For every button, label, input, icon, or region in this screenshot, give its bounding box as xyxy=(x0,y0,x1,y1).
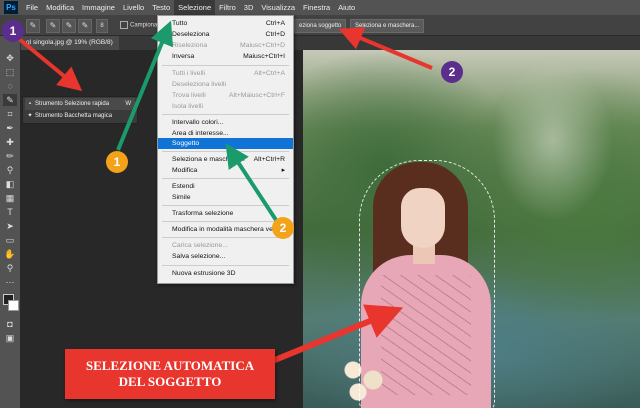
step-badge-purple-1: 1 xyxy=(2,20,24,42)
menu-item-tutto[interactable]: Tutto Ctrl+A xyxy=(158,18,293,29)
marquee-tool-icon[interactable]: ⬚ xyxy=(3,66,17,78)
clone-stamp-icon[interactable]: ⚲ xyxy=(3,164,17,176)
background-color-swatch[interactable] xyxy=(8,300,19,311)
quick-selection-icon: ▪ xyxy=(28,101,32,107)
menu-item-trova-livelli: Trova livelli Alt+Maiusc+Ctrl+F xyxy=(172,92,285,99)
menu-filtro[interactable]: Filtro xyxy=(215,0,240,15)
zoom-tool-icon[interactable]: ⚲ xyxy=(3,262,17,274)
menu-livello[interactable]: Livello xyxy=(119,0,148,15)
flyout-label: Strumento Selezione rapida xyxy=(35,101,110,107)
photoshop-logo: Ps xyxy=(4,1,18,14)
menu-visualizza[interactable]: Visualizza xyxy=(257,0,299,15)
subtract-selection-icon[interactable]: ✎ xyxy=(78,19,92,33)
menu-item-simile[interactable]: Simile xyxy=(158,192,293,203)
step-badge-purple-2: 2 xyxy=(441,61,463,83)
menu-separator xyxy=(162,221,289,222)
flyout-key: W xyxy=(125,101,131,107)
eraser-tool-icon[interactable]: ◧ xyxy=(3,178,17,190)
menu-item-estendi[interactable]: Estendi xyxy=(158,181,293,192)
menu-file[interactable]: File xyxy=(22,0,42,15)
menu-immagine[interactable]: Immagine xyxy=(78,0,119,15)
menu-item-isola-livelli: Isola livelli xyxy=(172,103,203,110)
menu-bar: Ps File Modifica Immagine Livello Testo … xyxy=(0,0,640,15)
checkbox-box xyxy=(120,21,128,29)
menu-separator xyxy=(162,65,289,66)
menu-item-trasforma-selezione[interactable]: Trasforma selezione xyxy=(158,208,293,219)
shape-tool-icon[interactable]: ▭ xyxy=(3,234,17,246)
step-badge-orange-1: 1 xyxy=(106,151,128,173)
tools-panel: ✥ ⬚ ◌ ✎ ⌗ ✒ ✚ ✏ ⚲ ◧ ▦ T ➤ ▭ ✋ ⚲ ⋯ ◘ ▣ xyxy=(0,36,21,408)
new-selection-icon[interactable]: ✎ xyxy=(46,19,60,33)
document-photo[interactable] xyxy=(303,50,640,408)
menu-aiuto[interactable]: Aiuto xyxy=(334,0,359,15)
quick-selection-tool-icon[interactable]: ✎ xyxy=(3,94,17,106)
sample-all-layers-checkbox[interactable]: Campiona t xyxy=(120,21,161,29)
more-tools-icon[interactable]: ⋯ xyxy=(3,276,17,288)
select-subject-button[interactable]: eziona soggetto xyxy=(294,19,347,33)
menu-item-carica-selezione: Carica selezione... xyxy=(172,242,228,249)
menu-item-deseleziona-livelli: Deseleziona livelli xyxy=(172,81,227,88)
eyedropper-tool-icon[interactable]: ✒ xyxy=(3,122,17,134)
menu-item-soggetto[interactable]: Soggetto xyxy=(158,138,293,149)
move-tool-icon[interactable]: ✥ xyxy=(3,52,17,64)
menu-item-riseleziona: Riseleziona Maiusc+Ctrl+D xyxy=(172,42,285,49)
brush-tool-icon[interactable]: ✏ xyxy=(3,150,17,162)
menu-item-nuova-estrusione[interactable]: Nuova estrusione 3D xyxy=(158,268,293,279)
healing-brush-icon[interactable]: ✚ xyxy=(3,136,17,148)
menu-separator xyxy=(162,237,289,238)
menu-modifica[interactable]: Modifica xyxy=(42,0,78,15)
tool-flyout: ▪ Strumento Selezione rapida W ✦ Strumento … xyxy=(22,96,138,124)
flyout-quick-selection[interactable]: ▪ Strumento Selezione rapida W xyxy=(25,98,135,110)
menu-separator xyxy=(162,178,289,179)
screen-mode-icon[interactable]: ▣ xyxy=(3,332,17,344)
caption-line-1: SELEZIONE AUTOMATICA xyxy=(85,358,255,373)
options-bar: ✎ ✎ ✎ ✎ 8 Campiona t eziona soggetto Sel… xyxy=(0,15,640,36)
step-badge-orange-2: 2 xyxy=(272,217,294,239)
menu-item-intervallo-colori[interactable]: Intervallo colori... xyxy=(158,117,293,128)
magic-wand-icon: ✦ xyxy=(27,113,33,119)
flyout-magic-wand[interactable]: ✦ Strumento Bacchetta magica xyxy=(25,110,135,122)
document-tab-bar: ql singola.jpg @ 19% (RGB/8) xyxy=(20,36,640,50)
menu-finestra[interactable]: Finestra xyxy=(299,0,334,15)
menu-item-seleziona-maschera[interactable]: Seleziona e maschera... Alt+Ctrl+R xyxy=(158,154,293,165)
selection-marching-ants xyxy=(359,160,495,408)
quick-mask-icon[interactable]: ◘ xyxy=(3,318,17,330)
caption-line-2: DEL SOGGETTO xyxy=(118,374,222,389)
quick-selection-tool-icon[interactable]: ✎ xyxy=(26,19,40,33)
menu-separator xyxy=(162,205,289,206)
menu-selezione[interactable]: Selezione xyxy=(174,0,216,15)
menu-item-salva-selezione[interactable]: Salva selezione... xyxy=(158,251,293,262)
menu-separator xyxy=(162,265,289,266)
crop-tool-icon[interactable]: ⌗ xyxy=(3,108,17,120)
hand-tool-icon[interactable]: ✋ xyxy=(3,248,17,260)
add-selection-icon[interactable]: ✎ xyxy=(62,19,76,33)
menu-testo[interactable]: Testo xyxy=(148,0,174,15)
path-selection-icon[interactable]: ➤ xyxy=(3,220,17,232)
menu-separator xyxy=(162,151,289,152)
menu-separator xyxy=(162,114,289,115)
brush-size-picker[interactable]: 8 xyxy=(96,19,108,33)
menu-item-deseleziona[interactable]: Deseleziona Ctrl+D xyxy=(158,29,293,40)
menu-3d[interactable]: 3D xyxy=(240,0,258,15)
tutorial-caption: SELEZIONE AUTOMATICA DEL SOGGETTO xyxy=(65,349,275,399)
flyout-label: Strumento Bacchetta magica xyxy=(35,113,113,119)
menu-item-tutti-livelli: Tutti i livelli Alt+Ctrl+A xyxy=(172,70,285,77)
document-tab[interactable]: ql singola.jpg @ 19% (RGB/8) xyxy=(20,36,119,50)
type-tool-icon[interactable]: T xyxy=(3,206,17,218)
selezione-menu: Tutto Ctrl+A Deseleziona Ctrl+D Riselezion… xyxy=(157,15,294,284)
menu-item-inversa[interactable]: Inversa Maiusc+Ctrl+I xyxy=(158,51,293,62)
select-and-mask-button[interactable]: Seleziona e maschera... xyxy=(350,19,425,33)
menu-item-modifica[interactable]: Modifica ▸ xyxy=(158,165,293,176)
lasso-tool-icon[interactable]: ◌ xyxy=(3,80,17,92)
gradient-tool-icon[interactable]: ▦ xyxy=(3,192,17,204)
